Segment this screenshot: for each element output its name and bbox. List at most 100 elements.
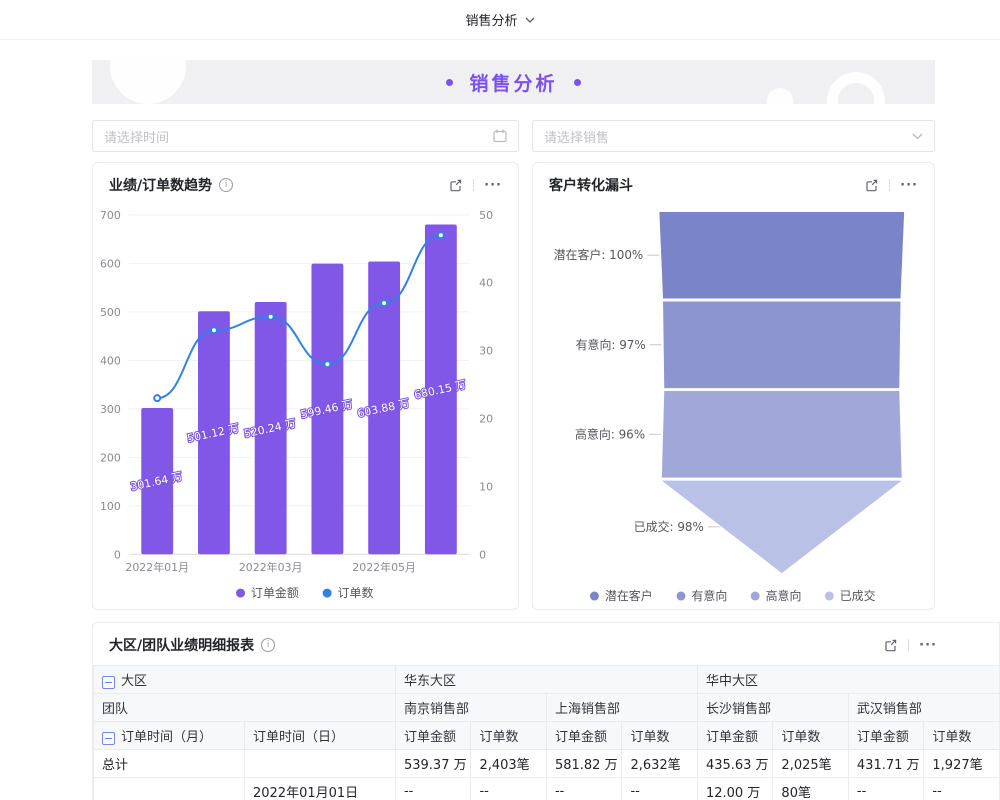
more-menu-button[interactable]: ··· (484, 178, 502, 193)
left-axis-tick: 600 (100, 257, 121, 270)
legend-dot-icon[interactable] (825, 592, 834, 601)
value-cell: -- (546, 778, 621, 800)
left-axis-tick: 700 (100, 209, 121, 222)
report-table-wrap[interactable]: −大区华东大区华中大区华北大区团队南京销售部上海销售部长沙销售部武汉销售部青岛销… (93, 665, 999, 800)
value-cell: -- (471, 778, 546, 800)
funnel-stage[interactable] (663, 302, 900, 389)
funnel-chart: 潜在客户: 100% 有意向: 97% 高意向: 96% 已成交: 98% 潜在客户 有意… (533, 197, 934, 607)
value-cell: -- (622, 778, 698, 800)
legend-dot-icon[interactable] (323, 589, 332, 598)
metric-header: 订单数 (622, 722, 698, 750)
export-icon[interactable] (448, 178, 463, 193)
report-card-title: 大区/团队业绩明细报表 (109, 635, 254, 655)
team-cell: 武汉销售部 (848, 694, 999, 722)
metric-header: 订单金额 (395, 722, 470, 750)
legend-label[interactable]: 订单金额 (251, 585, 299, 600)
line-point[interactable] (268, 314, 274, 320)
left-axis-tick: 400 (100, 354, 121, 367)
funnel-stage[interactable] (662, 391, 902, 478)
report-card-header: 大区/团队业绩明细报表 i ··· (93, 623, 999, 665)
x-axis-tick: 2022年05月 (352, 560, 416, 574)
page-selector-dropdown[interactable]: 销售分析 (465, 10, 534, 29)
right-axis-tick: 20 (479, 413, 493, 426)
value-cell: 431.71 万 (848, 750, 923, 778)
month-cell (94, 778, 245, 800)
value-cell: 539.37 万 (395, 750, 470, 778)
value-cell: 2,632笔 (622, 750, 698, 778)
line-point[interactable] (154, 395, 160, 401)
funnel-stage-label: 有意向: 97% (576, 337, 646, 352)
main-content: 销售分析 请选择时间 请选择销售 业绩/订单数趋势 i (0, 40, 1000, 800)
decor-circle (827, 72, 885, 104)
month-cell: 总计 (94, 750, 245, 778)
right-axis-tick: 50 (479, 209, 493, 222)
legend-dot-icon[interactable] (590, 592, 599, 601)
month-col-header: −订单时间（月） (94, 722, 245, 750)
metric-header: 订单数 (471, 722, 546, 750)
more-menu-button[interactable]: ··· (919, 638, 937, 653)
legend-dot-icon[interactable] (236, 589, 245, 598)
team-cell: 长沙销售部 (697, 694, 848, 722)
left-axis-tick: 500 (100, 306, 121, 319)
line-point[interactable] (211, 327, 217, 333)
chevron-down-icon (525, 17, 535, 23)
info-icon: i (261, 638, 275, 652)
divider (908, 639, 909, 651)
legend-dot-icon[interactable] (751, 592, 760, 601)
right-axis-tick: 10 (479, 480, 493, 493)
x-axis-tick: 2022年03月 (239, 560, 303, 574)
region-cell: 华中大区 (697, 666, 999, 694)
report-table-card: 大区/团队业绩明细报表 i ··· −大区华东大区华中大区华北大区团队南京销售部… (92, 622, 1000, 800)
calendar-icon (493, 129, 507, 143)
team-header-row: 团队南京销售部上海销售部长沙销售部武汉销售部青岛销售部 (94, 694, 1000, 722)
value-cell: 435.63 万 (697, 750, 772, 778)
funnel-stage[interactable] (659, 212, 904, 299)
left-axis-tick: 200 (100, 451, 121, 464)
dot-icon (574, 79, 581, 86)
legend-label[interactable]: 有意向 (691, 588, 727, 603)
legend-label[interactable]: 订单数 (338, 585, 374, 600)
x-axis-tick: 2022年01月 (125, 560, 189, 574)
metric-header: 订单金额 (546, 722, 621, 750)
day-col-header: 订单时间（日） (244, 722, 395, 750)
legend-label[interactable]: 高意向 (766, 588, 802, 603)
more-menu-button[interactable]: ··· (900, 178, 918, 193)
right-axis-tick: 40 (479, 277, 493, 290)
table-row: 2022年01月01日--------12.00 万80笔----11.07 万 (94, 778, 1000, 800)
export-icon[interactable] (864, 178, 879, 193)
time-filter-placeholder: 请选择时间 (104, 127, 493, 146)
team-header: 团队 (94, 694, 396, 722)
collapse-icon[interactable]: − (102, 676, 115, 689)
value-cell: 2,025笔 (773, 750, 848, 778)
legend-dot-icon[interactable] (677, 592, 686, 601)
funnel-stage-label: 潜在客户: 100% (554, 247, 644, 262)
value-cell: -- (848, 778, 923, 800)
sales-filter-select[interactable]: 请选择销售 (532, 120, 935, 152)
region-cell: 华东大区 (395, 666, 697, 694)
trend-card: 业绩/订单数趋势 i ··· 0100200300400500600700010… (92, 162, 519, 610)
line-point[interactable] (438, 232, 444, 238)
region-header: −大区 (94, 666, 396, 694)
trend-card-header: 业绩/订单数趋势 i ··· (93, 163, 518, 197)
value-cell: -- (395, 778, 470, 800)
funnel-card: 客户转化漏斗 ··· 潜在客户: 100%有意向: 97%高意向: 96%已成交… (532, 162, 935, 610)
trend-chart: 010020030040050060070001020304050301.64 … (93, 197, 518, 607)
day-cell (244, 750, 395, 778)
time-filter-input[interactable]: 请选择时间 (92, 120, 519, 152)
charts-row: 业绩/订单数趋势 i ··· 0100200300400500600700010… (92, 162, 1000, 610)
collapse-icon[interactable]: − (102, 732, 115, 745)
banner-title-text: 销售分析 (469, 69, 557, 96)
dot-icon (446, 79, 453, 86)
line-point[interactable] (324, 361, 330, 367)
right-axis-tick: 30 (479, 345, 493, 358)
banner: 销售分析 (92, 60, 935, 104)
legend-label[interactable]: 已成交 (840, 588, 876, 603)
metric-header: 订单金额 (848, 722, 923, 750)
value-cell: 1,927笔 (924, 750, 999, 778)
legend-label[interactable]: 潜在客户 (605, 588, 653, 603)
line-point[interactable] (381, 300, 387, 306)
export-icon[interactable] (883, 638, 898, 653)
funnel-stage-label: 高意向: 96% (575, 426, 645, 441)
report-table: −大区华东大区华中大区华北大区团队南京销售部上海销售部长沙销售部武汉销售部青岛销… (93, 665, 999, 800)
funnel-stage-label: 已成交: 98% (634, 519, 704, 534)
